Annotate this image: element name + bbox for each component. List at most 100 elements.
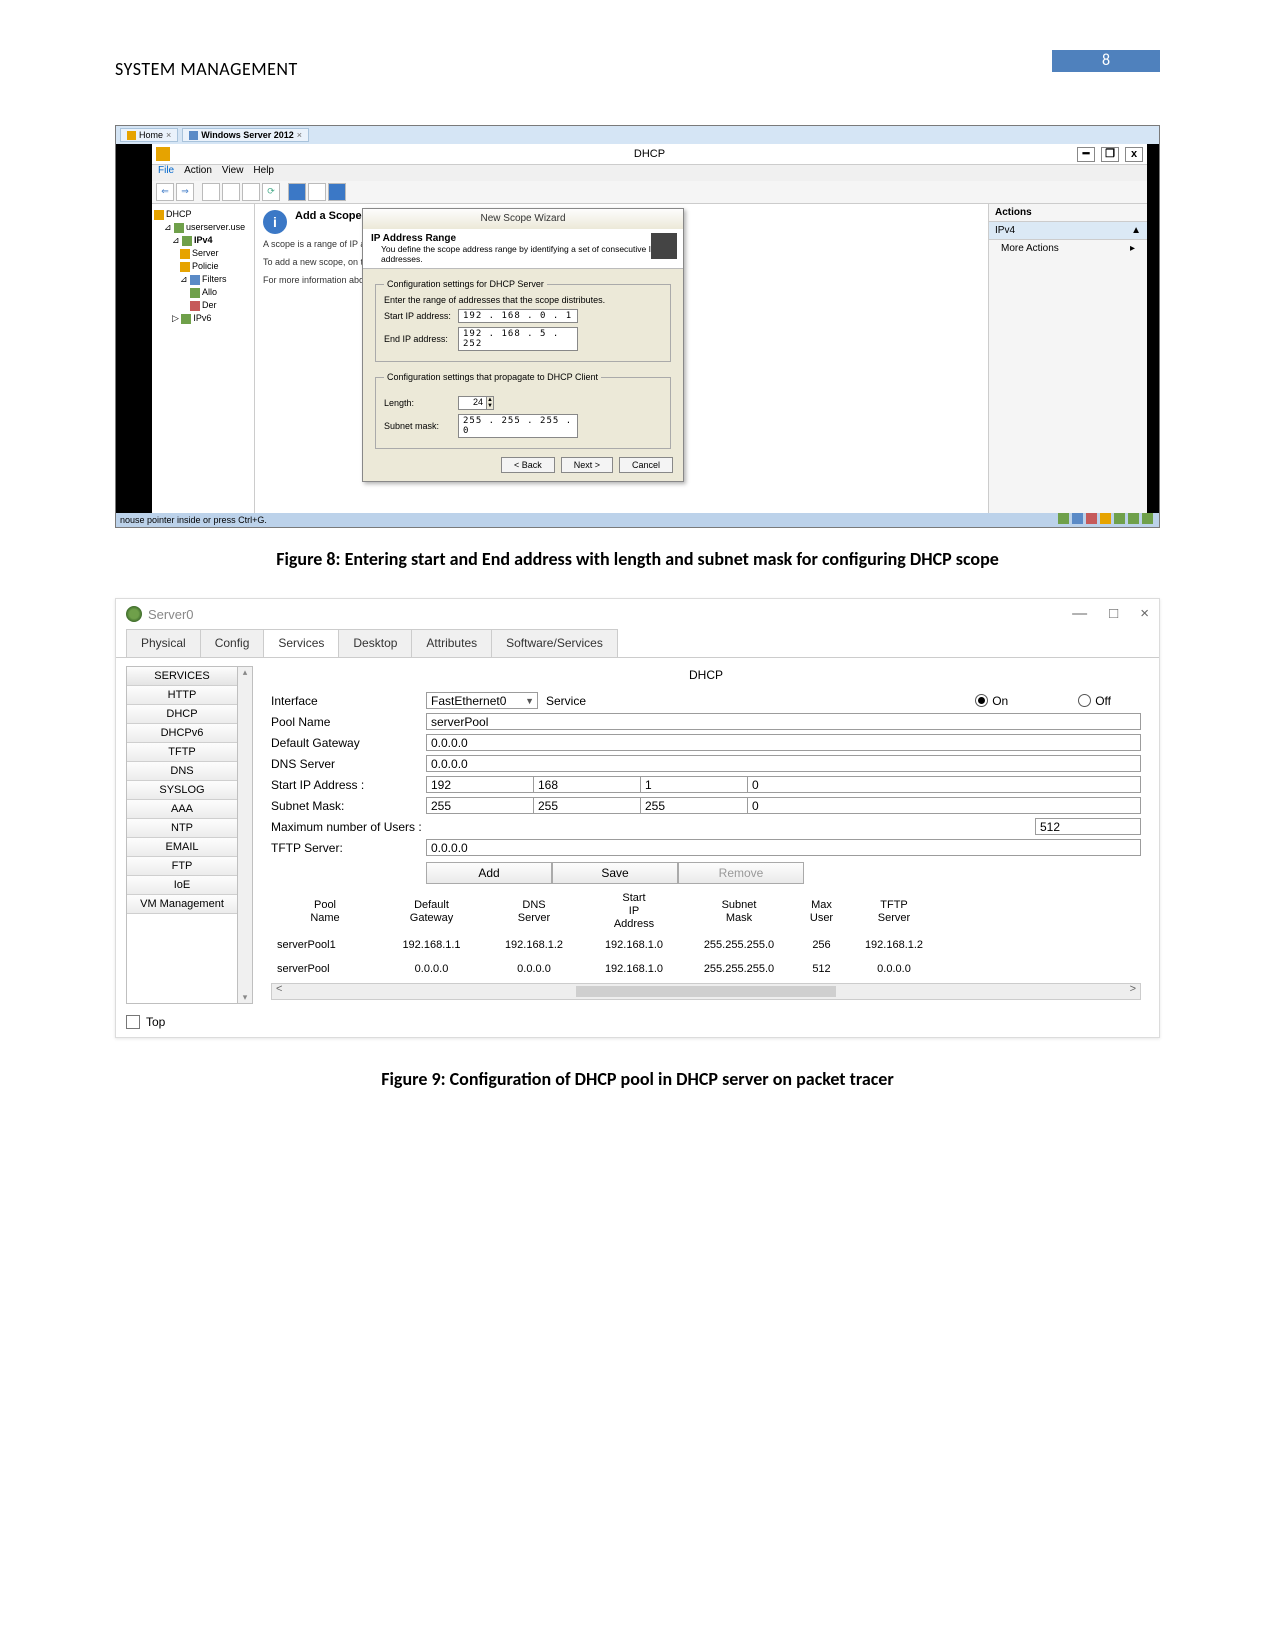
column-header: PoolName — [271, 897, 379, 927]
menu-view[interactable]: View — [222, 165, 244, 181]
menu-action[interactable]: Action — [184, 165, 212, 181]
sidebar-item-ioe[interactable]: IoE — [127, 876, 237, 895]
table-row[interactable]: serverPool1192.168.1.1192.168.1.2192.168… — [271, 933, 1141, 957]
maximize-button[interactable]: ❐ — [1101, 147, 1119, 162]
column-header: MaxUser — [794, 897, 849, 927]
length-stepper[interactable]: 24 ▲▼ — [458, 396, 494, 410]
remove-button[interactable]: Remove — [678, 862, 804, 884]
info-icon: i — [263, 210, 287, 234]
start-ip-oct4[interactable] — [747, 776, 1141, 793]
pool-name-input[interactable] — [426, 713, 1141, 730]
save-button[interactable]: Save — [552, 862, 678, 884]
start-ip-oct1[interactable] — [426, 776, 534, 793]
back-button[interactable]: < Back — [501, 457, 555, 473]
scope-heading: Add a Scope — [295, 210, 362, 222]
tree-ipv4[interactable]: ⊿ IPv4 — [154, 234, 252, 247]
dns-input[interactable] — [426, 755, 1141, 772]
toolbar-button[interactable] — [308, 183, 326, 201]
close-button[interactable]: × — [1140, 605, 1149, 622]
minimize-button[interactable]: — — [1072, 605, 1087, 622]
tree-node[interactable]: ⊿ Filters — [154, 273, 252, 286]
sidebar-item-email[interactable]: EMAIL — [127, 838, 237, 857]
tab-physical[interactable]: Physical — [126, 629, 201, 657]
sidebar-item-syslog[interactable]: SYSLOG — [127, 781, 237, 800]
forward-icon[interactable]: ⇒ — [176, 183, 194, 201]
minimize-button[interactable]: ━ — [1077, 147, 1095, 162]
tree-node[interactable]: Policie — [154, 260, 252, 273]
actions-ipv4-row[interactable]: IPv4▲ — [989, 222, 1147, 240]
gateway-input[interactable] — [426, 734, 1141, 751]
dhcp-form: DHCP Interface FastEthernet0 Service On … — [253, 658, 1159, 1004]
toolbar-button[interactable] — [288, 183, 306, 201]
mask-oct4[interactable] — [747, 797, 1141, 814]
end-ip-input[interactable]: 192 . 168 . 5 . 252 — [458, 327, 578, 351]
max-users-input[interactable] — [1035, 818, 1141, 835]
mask-oct2[interactable] — [533, 797, 641, 814]
sidebar-item-ntp[interactable]: NTP — [127, 819, 237, 838]
start-ip-label: Start IP Address : — [271, 778, 426, 792]
table-cell: 0.0.0.0 — [484, 963, 584, 975]
tab-services[interactable]: Services — [263, 629, 339, 657]
table-row[interactable]: serverPool0.0.0.00.0.0.0192.168.1.0255.2… — [271, 957, 1141, 981]
table-cell: 255.255.255.0 — [684, 963, 794, 975]
sidebar-item-services: SERVICES — [127, 667, 237, 686]
horizontal-scrollbar[interactable] — [271, 983, 1141, 1000]
menu-help[interactable]: Help — [253, 165, 274, 181]
cancel-button[interactable]: Cancel — [619, 457, 673, 473]
toolbar-button[interactable] — [242, 183, 260, 201]
start-ip-oct2[interactable] — [533, 776, 641, 793]
close-button[interactable]: x — [1125, 147, 1143, 162]
back-icon[interactable]: ⇐ — [156, 183, 174, 201]
refresh-icon[interactable]: ⟳ — [262, 183, 280, 201]
mask-input[interactable]: 255 . 255 . 255 . 0 — [458, 414, 578, 438]
top-checkbox[interactable] — [126, 1015, 140, 1029]
tab-config[interactable]: Config — [200, 629, 265, 657]
maximize-button[interactable]: □ — [1109, 605, 1118, 622]
tftp-input[interactable] — [426, 839, 1141, 856]
sidebar-item-vm-management[interactable]: VM Management — [127, 895, 237, 914]
tree-node[interactable]: Der — [154, 299, 252, 312]
add-button[interactable]: Add — [426, 862, 552, 884]
mask-oct3[interactable] — [640, 797, 748, 814]
figure9-screenshot: Server0 — □ × PhysicalConfigServicesDesk… — [115, 598, 1160, 1038]
column-header: DNSServer — [484, 897, 584, 927]
close-icon[interactable]: × — [297, 130, 302, 140]
actions-more[interactable]: More Actions▸ — [989, 240, 1147, 257]
next-button[interactable]: Next > — [561, 457, 613, 473]
table-cell: 192.168.1.0 — [584, 963, 684, 975]
tree-server[interactable]: ⊿ userserver.use — [154, 221, 252, 234]
browser-tab-vm[interactable]: Windows Server 2012 × — [182, 128, 309, 142]
start-ip-input[interactable]: 192 . 168 . 0 . 1 — [458, 309, 578, 323]
sidebar-item-dns[interactable]: DNS — [127, 762, 237, 781]
sidebar-item-ftp[interactable]: FTP — [127, 857, 237, 876]
sidebar-item-tftp[interactable]: TFTP — [127, 743, 237, 762]
tab-attributes[interactable]: Attributes — [411, 629, 492, 657]
close-icon[interactable]: × — [166, 130, 171, 140]
toolbar-button[interactable] — [328, 183, 346, 201]
service-label: Service — [546, 694, 586, 708]
sidebar-item-http[interactable]: HTTP — [127, 686, 237, 705]
sidebar-item-aaa[interactable]: AAA — [127, 800, 237, 819]
sidebar-item-dhcp[interactable]: DHCP — [127, 705, 237, 724]
table-cell: 255.255.255.0 — [684, 939, 794, 951]
table-cell: serverPool1 — [271, 939, 379, 951]
radio-on[interactable]: On — [975, 694, 1008, 708]
column-header: TFTPServer — [849, 897, 939, 927]
start-ip-oct3[interactable] — [640, 776, 748, 793]
toolbar-button[interactable] — [222, 183, 240, 201]
sidebar-scrollbar[interactable] — [238, 666, 253, 1004]
menu-file[interactable]: File — [158, 165, 174, 181]
mask-oct1[interactable] — [426, 797, 534, 814]
tree-ipv6[interactable]: ▷ IPv6 — [154, 312, 252, 325]
interface-select[interactable]: FastEthernet0 — [426, 692, 538, 709]
tab-softwareservices[interactable]: Software/Services — [491, 629, 618, 657]
browser-tab-home[interactable]: Home × — [120, 128, 178, 142]
radio-off[interactable]: Off — [1078, 694, 1111, 708]
toolbar-button[interactable] — [202, 183, 220, 201]
tree-root[interactable]: DHCP — [154, 208, 252, 221]
tab-desktop[interactable]: Desktop — [338, 629, 412, 657]
sidebar-item-dhcpv6[interactable]: DHCPv6 — [127, 724, 237, 743]
menu-bar: File Action View Help — [152, 165, 1147, 181]
tree-node[interactable]: Allo — [154, 286, 252, 299]
tree-node[interactable]: Server — [154, 247, 252, 260]
